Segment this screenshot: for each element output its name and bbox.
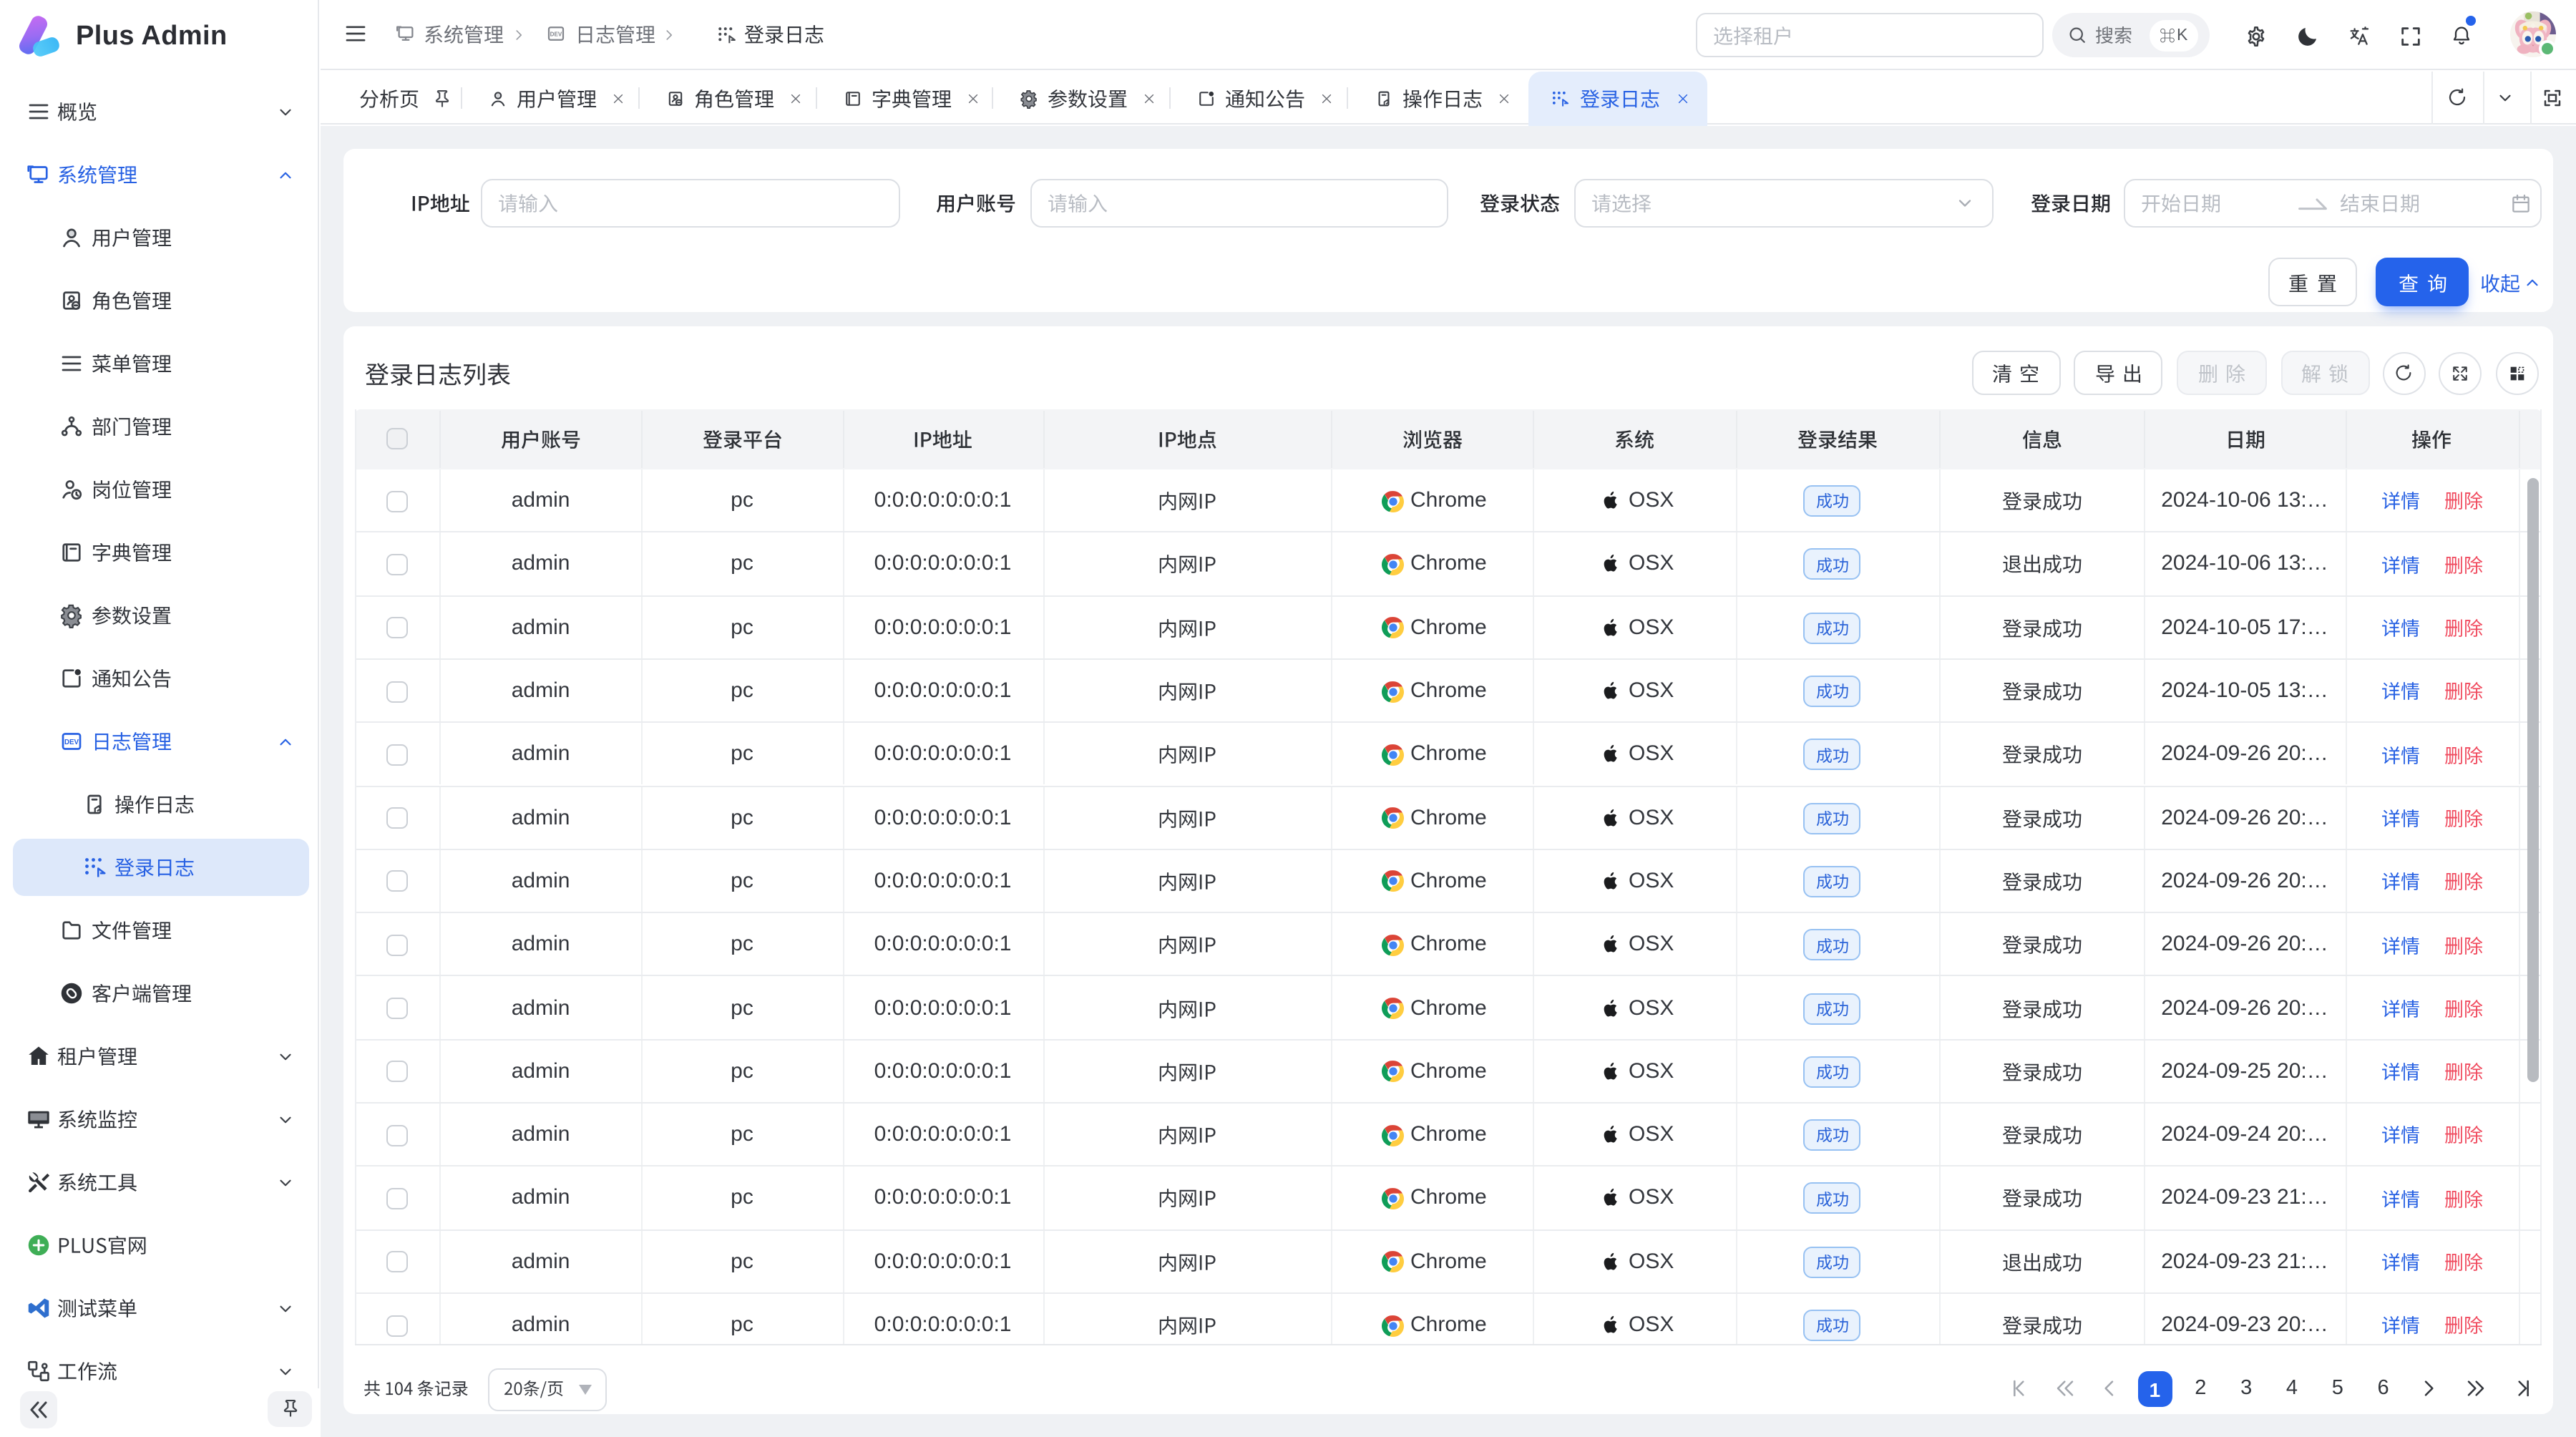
svg-text:DEV: DEV <box>550 31 562 38</box>
svg-text:DEV: DEV <box>64 739 79 746</box>
